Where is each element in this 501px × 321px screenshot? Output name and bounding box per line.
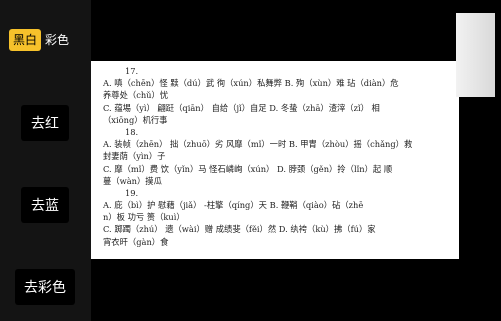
remove-blue-button[interactable]: 去蓝 [21,187,69,223]
doc-line: 19. [125,187,139,198]
doc-line: C. 踯躅（zhú） 遗（wài）赠 成绩斐（fěi）然 D. 纨袴（kù）拂（… [103,224,376,235]
doc-line: n）板 功亏 篑（kuì） [103,212,185,223]
mode-color-option[interactable]: 彩色 [41,29,73,51]
color-mode-toggle[interactable]: 黑白 彩色 [9,29,81,51]
doc-line: C. 蕴埸（yì） 翩跹（qiān） 自给（jǐ）自足 D. 冬蛰（zhā）渣滓… [103,102,380,113]
scan-editor: 黑白 彩色 去红 去蓝 去彩色 17. A. 嗔（chēn）怪 黩（dú）武 徇… [0,0,501,321]
doc-line: 养尊处（chǔ）忧 [103,90,169,101]
mode-bw-option[interactable]: 黑白 [9,29,42,51]
doc-line: 17. [125,66,139,76]
doc-line: A. 庇（bì）护 慰藉（jiǎ） -柱擎（qíng）天 B. 鞭鞘（qiào）… [103,200,364,211]
scanned-document: 17. A. 嗔（chēn）怪 黩（dú）武 徇（xún）私舞弊 B. 殉（xù… [91,61,459,259]
doc-line: 宵衣旰（gàn）食 [103,236,169,247]
page-edge-highlight [456,13,495,97]
remove-color-button[interactable]: 去彩色 [15,269,75,305]
remove-red-button[interactable]: 去红 [21,105,69,141]
sidebar: 黑白 彩色 去红 去蓝 去彩色 [0,0,91,321]
doc-line: 封妻荫（yìn）子 [103,151,166,162]
document-text: 17. A. 嗔（chēn）怪 黩（dú）武 徇（xún）私舞弊 B. 殉（xù… [103,65,459,248]
doc-line: 蔓（wàn）摸瓜 [103,175,162,186]
doc-line: A. 嗔（chēn）怪 黩（dú）武 徇（xún）私舞弊 B. 殉（xùn）难 … [103,78,399,89]
doc-line: A. 装帧（zhēn） 拙（zhuō）劣 风靡（mǐ）一时 B. 甲胄（zhòu… [103,139,413,150]
doc-line: 18. [125,126,139,137]
doc-line: （xiōng）机行事 [103,114,168,125]
doc-line: C. 靡（mǐ）费 饮（yǐn）马 怪石嶙峋（xún） D. 脖颈（gěn）拎（… [103,163,393,174]
